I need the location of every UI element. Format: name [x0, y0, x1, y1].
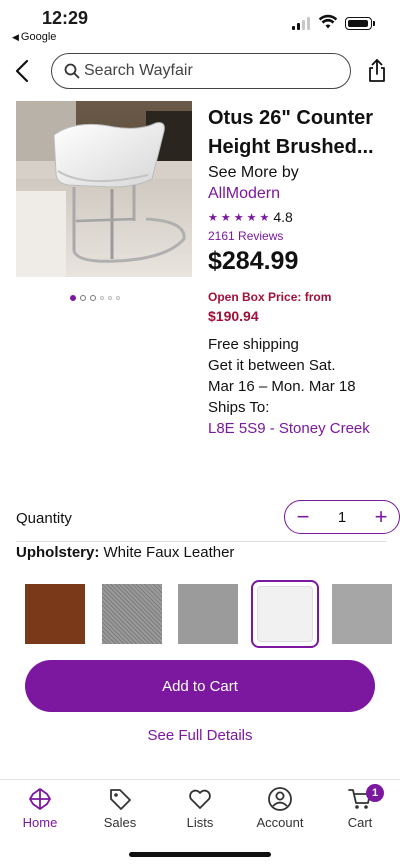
cellular-signal-icon: [292, 16, 310, 30]
product-title: Otus 26" Counter Height Brushed...: [208, 104, 394, 162]
divider: [16, 541, 386, 542]
cart-badge: 1: [366, 784, 384, 802]
upholstery-heading: Upholstery:: [16, 544, 100, 561]
brand-link[interactable]: AllModern: [208, 183, 394, 205]
upholstery-label: Upholstery: White Faux Leather: [16, 544, 234, 561]
nav-lists-label: Lists: [186, 815, 214, 830]
nav-account-label: Account: [256, 815, 304, 830]
back-to-app-link[interactable]: ◀ Google: [12, 31, 56, 43]
product-title-line1: Otus 26" Counter: [208, 107, 374, 129]
nav-home[interactable]: Home: [0, 780, 80, 840]
quantity-value[interactable]: 1: [338, 509, 346, 526]
carousel-dot[interactable]: [90, 295, 96, 301]
nav-cart-label: Cart: [347, 815, 373, 830]
search-input[interactable]: [84, 62, 324, 80]
decrement-button[interactable]: −: [293, 506, 313, 528]
heart-icon: [189, 789, 211, 809]
swatch-white[interactable]: [251, 580, 319, 648]
wifi-icon: [318, 14, 338, 29]
shipping-free: Free shipping: [208, 336, 299, 353]
star-rating-icon: ★★★★★: [208, 211, 273, 224]
bar-stool-image: [16, 101, 192, 277]
nav-cart[interactable]: 1 Cart: [320, 780, 400, 840]
back-button[interactable]: [8, 54, 36, 88]
carousel-dot[interactable]: [116, 296, 120, 300]
nav-account[interactable]: Account: [240, 780, 320, 840]
nav-sales-label: Sales: [103, 815, 137, 830]
share-icon[interactable]: [366, 58, 388, 84]
product-info: Otus 26" Counter Height Brushed... See M…: [208, 104, 394, 440]
product-title-line2: Height Brushed...: [208, 136, 374, 158]
carousel-dot[interactable]: [70, 295, 76, 301]
nav-sales[interactable]: Sales: [80, 780, 160, 840]
upholstery-swatches: [0, 580, 400, 648]
see-more-label: See More by: [208, 164, 299, 181]
ships-to-location-link[interactable]: L8E 5S9 - Stoney Creek: [208, 418, 394, 440]
upholstery-selected: White Faux Leather: [103, 544, 235, 561]
open-box-price[interactable]: $190.94: [208, 308, 394, 324]
quantity-label: Quantity: [16, 510, 72, 527]
status-bar: 12:29 ◀ Google: [0, 0, 400, 48]
header: [0, 50, 400, 94]
quantity-stepper[interactable]: − 1 +: [284, 500, 400, 534]
chevron-left-icon: [15, 59, 29, 83]
image-carousel-dots[interactable]: [70, 295, 120, 301]
home-icon: [29, 788, 51, 810]
home-indicator: [129, 852, 271, 857]
status-time: 12:29: [42, 8, 89, 28]
rating-value: 4.8: [273, 209, 293, 225]
account-icon: [268, 787, 292, 811]
bottom-nav: Home Sales Lists Account 1 Cart: [0, 780, 400, 840]
carousel-dot[interactable]: [80, 295, 86, 301]
shipping-info: Free shipping Get it between Sat. Mar 16…: [208, 334, 394, 418]
nav-home-label: Home: [22, 815, 58, 830]
search-bar[interactable]: [51, 53, 351, 89]
swatch-gray-tweed[interactable]: [102, 584, 162, 644]
quantity-row: Quantity − 1 +: [16, 500, 400, 540]
swatch-gray[interactable]: [178, 584, 238, 644]
carousel-dot[interactable]: [100, 296, 104, 300]
carousel-dot[interactable]: [108, 296, 112, 300]
nav-lists[interactable]: Lists: [160, 780, 240, 840]
swatch-light-gray[interactable]: [332, 584, 392, 644]
shipping-dates-range: Mar 16 – Mon. Mar 18: [208, 378, 356, 395]
back-triangle-icon: ◀: [12, 32, 19, 42]
search-icon: [64, 63, 80, 79]
open-box-label[interactable]: Open Box Price: from: [208, 290, 394, 304]
shipping-dates: Get it between Sat.: [208, 357, 336, 374]
add-to-cart-button[interactable]: Add to Cart: [25, 660, 375, 712]
rating[interactable]: ★★★★★ 4.8: [208, 209, 394, 225]
swatch-brown[interactable]: [25, 584, 85, 644]
ships-to-label: Ships To:: [208, 399, 270, 416]
increment-button[interactable]: +: [371, 506, 391, 528]
product-image[interactable]: [16, 101, 192, 277]
see-full-details-link[interactable]: See Full Details: [0, 727, 400, 744]
product-price: $284.99: [208, 247, 299, 275]
tag-icon: [110, 789, 131, 810]
reviews-link[interactable]: 2161 Reviews: [208, 229, 394, 243]
back-app-label: Google: [20, 31, 57, 43]
battery-icon: [345, 17, 375, 30]
